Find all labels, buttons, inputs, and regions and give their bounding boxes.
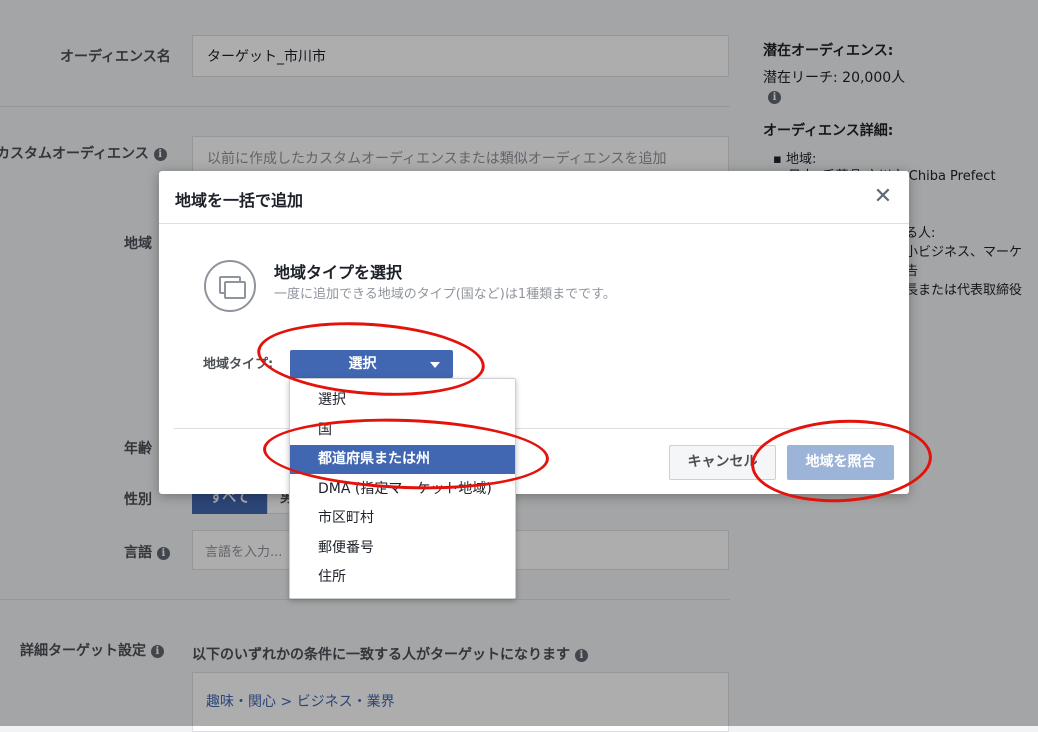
select-type-subtitle: 一度に追加できる地域のタイプ(国など)は1種類までです。	[274, 287, 616, 302]
dropdown-option-postal-code[interactable]: 郵便番号	[290, 534, 515, 563]
dropdown-option-address[interactable]: 住所	[290, 563, 515, 592]
dialog-title: 地域を一括で追加	[175, 191, 304, 210]
divider	[174, 428, 894, 429]
location-type-icon	[204, 260, 256, 312]
select-type-title: 地域タイプを選択	[274, 263, 403, 282]
dropdown-option-city[interactable]: 市区町村	[290, 504, 515, 533]
divider	[159, 223, 909, 224]
close-icon[interactable]: ✕	[871, 185, 895, 209]
